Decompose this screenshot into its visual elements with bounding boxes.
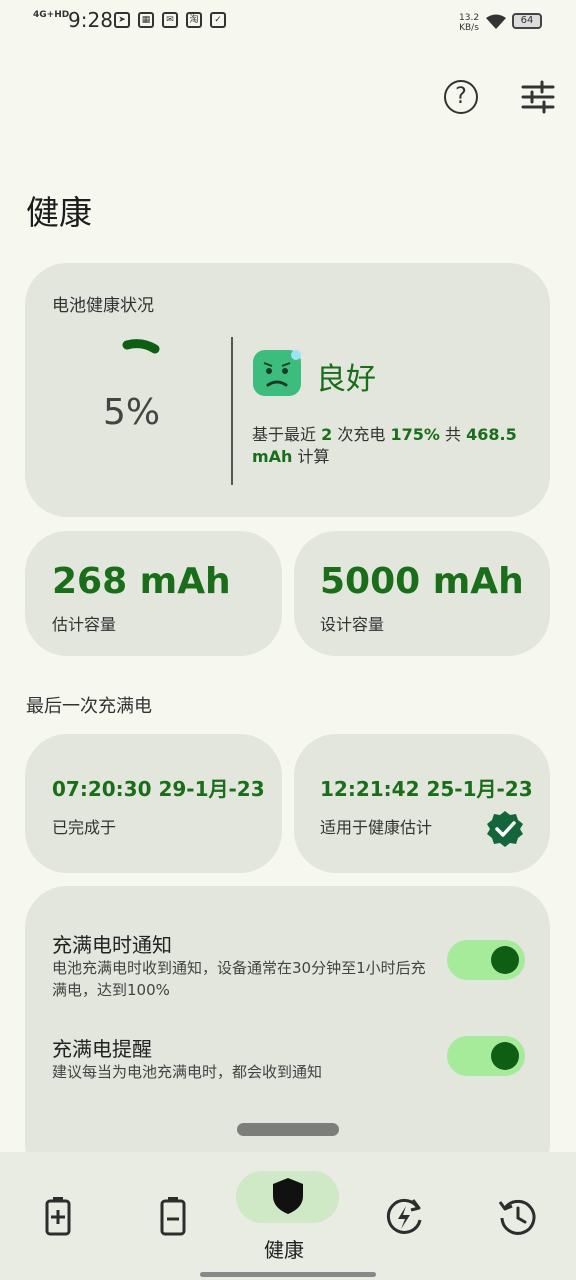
verified-check-icon (487, 811, 523, 847)
design-capacity-value: 5000 mAh (320, 561, 524, 602)
health-percent: 5% (103, 392, 161, 433)
history-icon[interactable] (497, 1196, 539, 1238)
full-charge-reminder-title: 充满电提醒 (52, 1037, 152, 1061)
full-charge-notify-title: 充满电时通知 (52, 933, 172, 957)
battery-status-icon[interactable] (160, 1196, 186, 1236)
shield-status-icon: ✓ (210, 12, 226, 28)
full-charge-notify-desc: 电池充满电时收到通知，设备通常在30分钟至1小时后充满电，达到100% (52, 959, 426, 999)
taobao-icon: 淘 (186, 12, 202, 28)
mail-icon: ✉ (162, 12, 178, 28)
worried-face-icon (253, 350, 301, 396)
estimated-capacity-value: 268 mAh (52, 561, 231, 602)
charging-refresh-icon[interactable] (383, 1196, 425, 1238)
nav-label-health: 健康 (264, 1238, 304, 1262)
calendar-icon: ▦ (138, 12, 154, 28)
health-status: 良好 (316, 362, 376, 397)
network-indicator: 4G+HD (33, 10, 70, 20)
completed-time-card (25, 734, 282, 873)
section-title-last-full-charge: 最后一次充满电 (26, 696, 152, 717)
help-icon[interactable]: ? (444, 80, 478, 114)
health-gauge-arc (122, 339, 160, 354)
shield-icon (273, 1178, 303, 1214)
status-time: 9:28 (68, 8, 113, 32)
health-estimate-time-value: 12:21:42 25-1月-23 (320, 777, 533, 801)
notification-icons: ➤ ▦ ✉ 淘 ✓ (114, 12, 226, 28)
tune-settings-icon[interactable] (520, 80, 556, 114)
toggle-knob (491, 946, 519, 974)
full-charge-notify-toggle[interactable] (447, 940, 525, 980)
network-speed: 13.2 KB/s (459, 13, 480, 33)
wifi-icon (486, 14, 506, 29)
completed-time-value: 07:20:30 29-1月-23 (52, 777, 265, 801)
health-basis-text: 基于最近 2 次充电 175% 共 468.5 mAh 计算 (252, 425, 517, 466)
toggle-knob (491, 1042, 519, 1070)
drag-handle[interactable] (237, 1123, 339, 1136)
full-charge-reminder-desc: 建议每当为电池充满电时，都会收到通知 (52, 1063, 323, 1081)
battery-indicator: 64 (512, 13, 542, 29)
telegram-icon: ➤ (114, 12, 130, 28)
health-estimate-time-label: 适用于健康估计 (320, 818, 433, 837)
status-bar: 4G+HD 9:28 ➤ ▦ ✉ 淘 ✓ 13.2 KB/s 64 (0, 0, 576, 44)
home-indicator[interactable] (200, 1272, 376, 1277)
full-charge-reminder-toggle[interactable] (447, 1036, 525, 1076)
design-capacity-label: 设计容量 (320, 615, 385, 634)
battery-health-label: 电池健康状况 (52, 296, 154, 316)
estimated-capacity-label: 估计容量 (52, 615, 117, 634)
health-estimate-time-card (294, 734, 550, 873)
page-title: 健康 (26, 193, 92, 232)
completed-time-label: 已完成于 (52, 818, 117, 837)
battery-charging-add-icon[interactable] (45, 1196, 71, 1236)
card-divider (231, 337, 233, 485)
